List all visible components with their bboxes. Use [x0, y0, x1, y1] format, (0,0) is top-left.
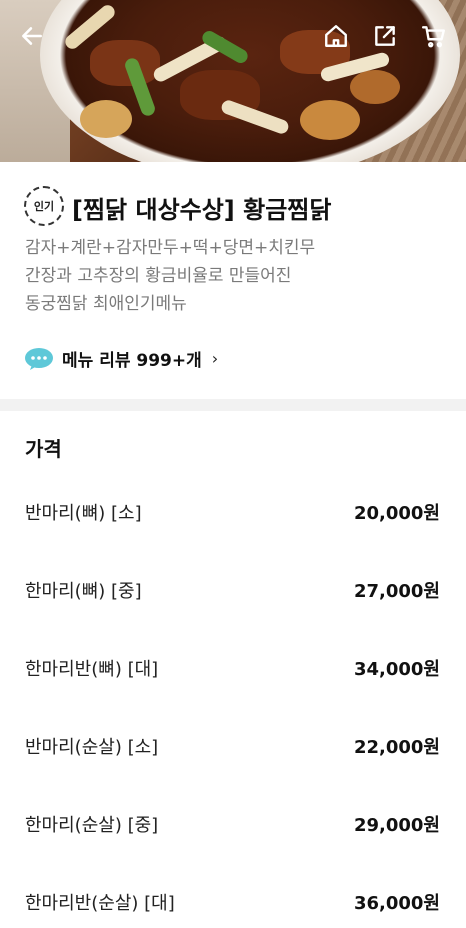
price-option-price: 29,000원: [353, 815, 440, 836]
price-option-row[interactable]: 한마리(뼈) [중] 27,000원: [0, 569, 466, 609]
menu-description-line: 동궁찜닭 최애인기메뉴: [25, 294, 187, 314]
price-option-row[interactable]: 한마리반(순살) [대] 36,000원: [0, 881, 466, 921]
menu-review-link[interactable]: 메뉴 리뷰 999+개 ›: [24, 346, 218, 371]
price-option-price: 36,000원: [353, 893, 440, 914]
price-option-name: 반마리(순살) [소]: [25, 737, 159, 758]
price-option-price: 27,000원: [353, 581, 440, 602]
price-option-row[interactable]: 반마리(뼈) [소] 20,000원: [0, 491, 466, 531]
chevron-right-icon: ›: [211, 349, 219, 368]
menu-description-line: 감자+계란+감자만두+떡+당면+치킨무: [25, 238, 316, 258]
price-option-name: 한마리(뼈) [중]: [25, 581, 142, 602]
menu-description: 감자+계란+감자만두+떡+당면+치킨무 간장과 고추장의 황금비율로 만들어진 …: [25, 234, 445, 318]
home-icon[interactable]: [322, 22, 350, 50]
menu-title: [찜닭 대상수상] 황금찜닭: [72, 196, 332, 224]
hero-food-potato: [300, 100, 360, 140]
menu-hero-image: [0, 0, 466, 162]
price-option-name: 한마리반(순살) [대]: [25, 893, 175, 914]
price-option-price: 22,000원: [353, 737, 440, 758]
back-arrow-icon[interactable]: [18, 22, 46, 50]
price-option-row[interactable]: 한마리(순살) [중] 29,000원: [0, 803, 466, 843]
price-option-name: 반마리(뼈) [소]: [25, 503, 142, 524]
price-option-name: 한마리반(뼈) [대]: [25, 659, 159, 680]
hero-food-potato: [80, 100, 132, 138]
share-icon[interactable]: [371, 22, 399, 50]
cart-icon[interactable]: [420, 22, 448, 50]
section-divider: [0, 399, 466, 411]
price-option-row[interactable]: 한마리반(뼈) [대] 34,000원: [0, 647, 466, 687]
price-option-price: 20,000원: [353, 503, 440, 524]
popular-badge-label: 인기: [33, 200, 55, 213]
price-option-price: 34,000원: [353, 659, 440, 680]
menu-description-line: 간장과 고추장의 황금비율로 만들어진: [25, 266, 292, 286]
menu-info-panel: 인기 [찜닭 대상수상] 황금찜닭 감자+계란+감자만두+떡+당면+치킨무 간장…: [0, 162, 466, 399]
popular-badge: 인기: [24, 186, 64, 226]
hero-food-dumpling: [350, 70, 400, 104]
menu-review-label: 메뉴 리뷰 999+개: [62, 351, 202, 371]
chat-bubble-icon: [24, 347, 54, 371]
price-option-row[interactable]: 반마리(순살) [소] 22,000원: [0, 725, 466, 765]
price-option-name: 한마리(순살) [중]: [25, 815, 159, 836]
price-section-title: 가격: [25, 437, 62, 461]
